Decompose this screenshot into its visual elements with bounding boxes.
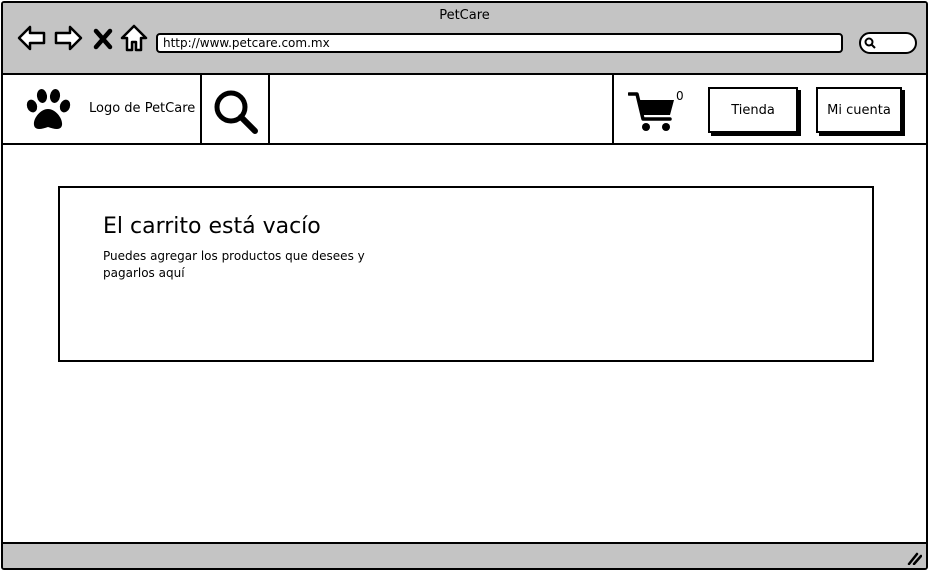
shop-button[interactable]: Tienda (708, 87, 798, 133)
back-arrow-icon[interactable] (17, 23, 47, 53)
status-bar (3, 542, 926, 568)
forward-arrow-icon[interactable] (53, 23, 83, 53)
empty-cart-panel: El carrito está vacío Puedes agregar los… (58, 186, 874, 362)
account-button[interactable]: Mi cuenta (816, 87, 902, 133)
search-input-cell[interactable] (270, 75, 614, 143)
search-icon (864, 37, 876, 49)
window-title: PetCare (439, 8, 490, 23)
site-header: Logo de PetCare 0 Tienda Mi cuenta (3, 75, 926, 145)
search-button[interactable] (202, 75, 270, 143)
url-bar[interactable]: http://www.petcare.com.mx (156, 33, 843, 53)
browser-search-button[interactable] (859, 32, 917, 54)
resize-grip-icon[interactable] (906, 551, 922, 565)
search-icon (214, 90, 258, 134)
empty-cart-title: El carrito está vacío (103, 214, 321, 239)
search-input[interactable] (270, 75, 612, 143)
empty-cart-message: Puedes agregar los productos que desees … (103, 249, 365, 280)
cart-icon[interactable] (628, 91, 676, 133)
browser-window: PetCare http://www.petcare.com.mx Logo d… (1, 1, 928, 570)
cart-count-badge: 0 (676, 89, 684, 103)
close-x-icon[interactable] (91, 23, 115, 53)
logo[interactable]: Logo de PetCare (3, 75, 202, 143)
browser-chrome: PetCare http://www.petcare.com.mx (3, 3, 926, 75)
paw-icon (26, 89, 71, 129)
home-icon[interactable] (119, 23, 149, 53)
logo-text: Logo de PetCare (89, 101, 196, 116)
